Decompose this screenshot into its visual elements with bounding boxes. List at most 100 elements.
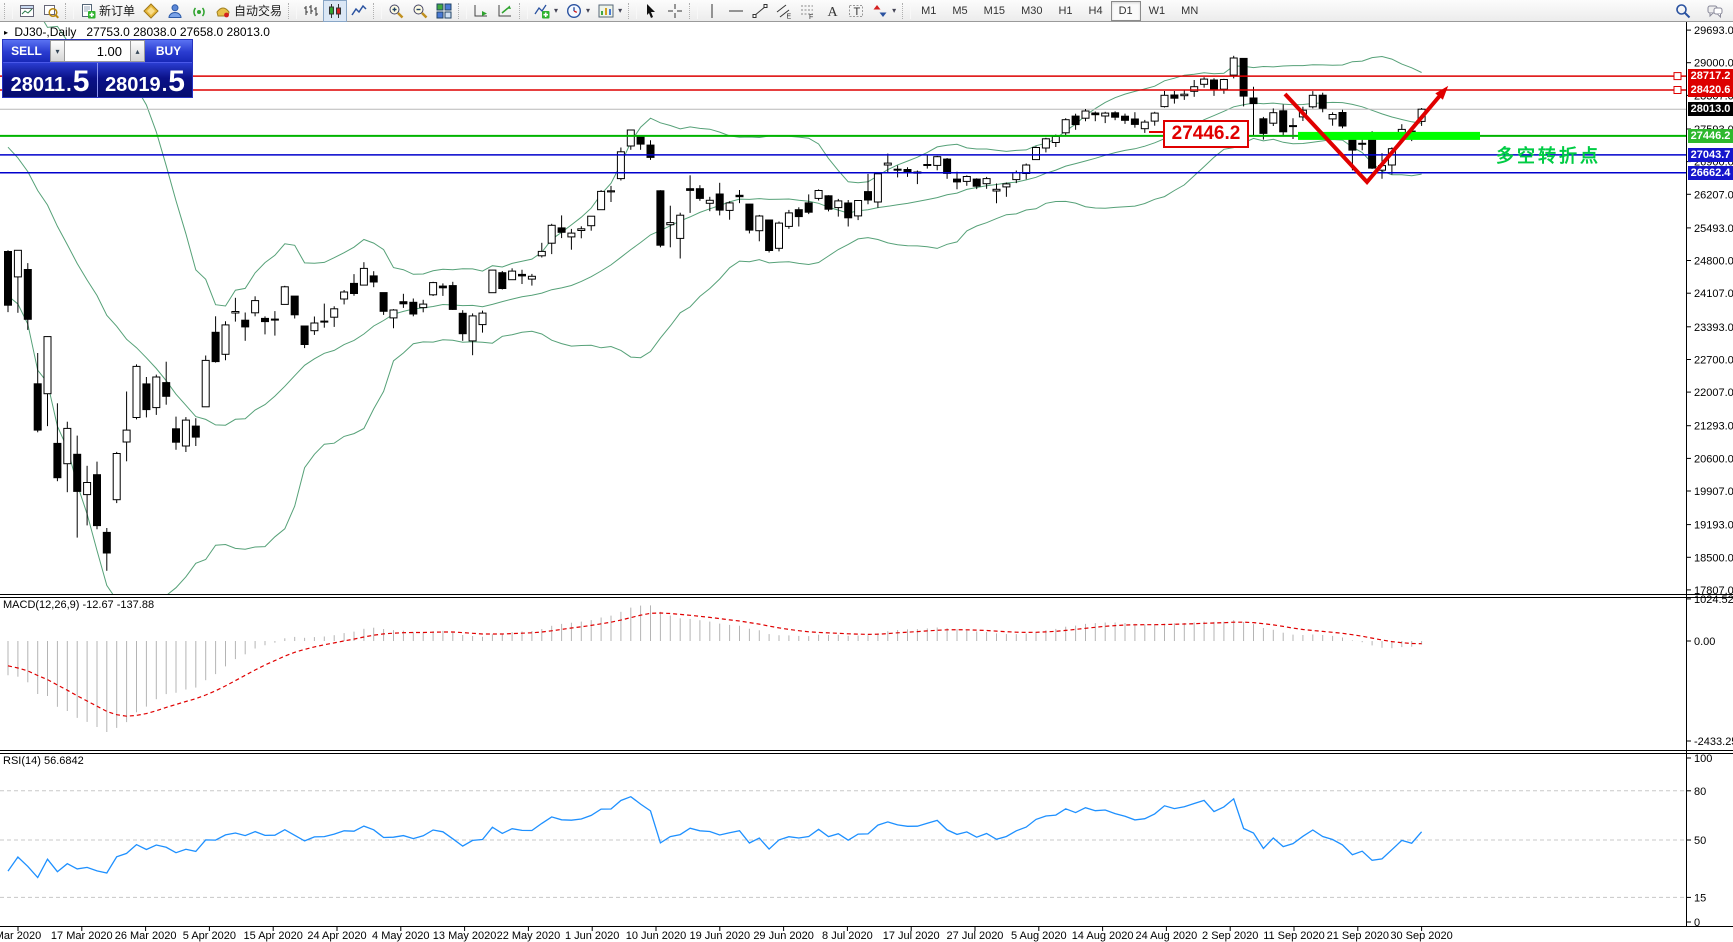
toolbar-separator: [288, 2, 298, 19]
svg-text:100: 100: [1694, 753, 1712, 765]
tile-windows-button[interactable]: [432, 0, 456, 22]
svg-text:2 Sep 2020: 2 Sep 2020: [1202, 930, 1258, 942]
sell-button[interactable]: SELL: [3, 40, 50, 62]
text-label-button[interactable]: T: [844, 0, 868, 22]
svg-text:15: 15: [1694, 892, 1706, 904]
cursor-button[interactable]: [639, 0, 663, 22]
bars-chart-button[interactable]: [299, 0, 323, 22]
chat-icon: [1707, 3, 1723, 19]
indicators-button[interactable]: ▾: [530, 0, 562, 22]
text-button[interactable]: A: [820, 0, 844, 22]
timeframe-h4-button[interactable]: H4: [1081, 1, 1111, 21]
sell-price-int: 28011: [10, 74, 66, 96]
chat-button[interactable]: [1703, 0, 1727, 22]
svg-text:17 Mar 2020: 17 Mar 2020: [51, 930, 113, 942]
svg-text:14 Aug 2020: 14 Aug 2020: [1072, 930, 1134, 942]
svg-text:-2433.25: -2433.25: [1694, 736, 1733, 748]
timeframe-d1-button[interactable]: D1: [1110, 0, 1141, 21]
svg-text:19193.0: 19193.0: [1694, 520, 1733, 532]
timeframe-h1-button[interactable]: H1: [1050, 1, 1080, 21]
chart-window-icon: [19, 3, 35, 19]
svg-text:17 Jul 2020: 17 Jul 2020: [883, 930, 940, 942]
svg-text:19907.0: 19907.0: [1694, 486, 1733, 498]
timeframe-m5-button[interactable]: M5: [944, 1, 975, 21]
cursor-icon: [643, 3, 659, 19]
fibonacci-button[interactable]: F: [796, 0, 820, 22]
buy-price-display[interactable]: 28019 . 5: [98, 63, 192, 97]
sell-price-display[interactable]: 28011 . 5: [3, 63, 98, 97]
price-badge: 26662.4: [1688, 166, 1733, 180]
zoom-out-icon: [412, 3, 428, 19]
auto-scroll-button[interactable]: [469, 0, 493, 22]
toolbar-separator: [373, 2, 383, 19]
timeframe-w1-button[interactable]: W1: [1141, 1, 1174, 21]
profiles-button[interactable]: [39, 0, 63, 22]
equidistant-channel-button[interactable]: E: [772, 0, 796, 22]
horizontal-line-button[interactable]: [724, 0, 748, 22]
buy-price-dot: .: [161, 74, 168, 96]
arrows-button[interactable]: ▾: [868, 0, 900, 22]
price-callout-label[interactable]: 27446.2: [1163, 120, 1249, 148]
crosshair-button[interactable]: [663, 0, 687, 22]
timeframe-m15-button[interactable]: M15: [976, 1, 1013, 21]
timeframe-mn-button[interactable]: MN: [1173, 1, 1206, 21]
timeframe-m30-button[interactable]: M30: [1013, 1, 1050, 21]
volume-decrease-button[interactable]: ▾: [50, 40, 65, 62]
svg-text:21293.0: 21293.0: [1694, 421, 1733, 433]
signals-button[interactable]: [187, 0, 211, 22]
market-button[interactable]: [139, 0, 163, 22]
svg-text:19 Jun 2020: 19 Jun 2020: [690, 930, 751, 942]
autotrading-button[interactable]: 自动交易: [211, 0, 286, 22]
community-button[interactable]: [163, 0, 187, 22]
svg-text:1024.52: 1024.52: [1694, 594, 1733, 606]
add-indicator-icon: [534, 3, 550, 19]
svg-text:24800.0: 24800.0: [1694, 256, 1733, 268]
new-order-button[interactable]: 新订单: [76, 0, 139, 22]
time-axis[interactable]: Mar 2020 17 Mar 202026 Mar 2020 5 Apr 2020…: [0, 927, 1453, 942]
price-badge: 27043.7: [1688, 148, 1733, 162]
volume-increase-button[interactable]: ▴: [130, 40, 145, 62]
timeframe-m1-button[interactable]: M1: [913, 1, 944, 21]
chart-canvas[interactable]: 29693.029000.028307.027593.026900.026207…: [0, 0, 1733, 942]
signal-icon: [191, 3, 207, 19]
person-icon: [167, 3, 183, 19]
clock-icon: [566, 3, 582, 19]
new-chart-button[interactable]: [15, 0, 39, 22]
svg-text:24 Aug 2020: 24 Aug 2020: [1136, 930, 1198, 942]
arrows-icon: [872, 3, 888, 19]
volume-input[interactable]: 1.00: [65, 40, 130, 62]
trendline-button[interactable]: [748, 0, 772, 22]
trendline-icon: [752, 3, 768, 19]
zoom-in-button[interactable]: [384, 0, 408, 22]
buy-price-int: 28019: [105, 74, 161, 96]
svg-text:0.00: 0.00: [1694, 636, 1715, 648]
chart-search-icon: [43, 3, 59, 19]
chart-title: ▸ DJ30-,Daily 27753.0 28038.0 27658.0 28…: [4, 25, 270, 39]
svg-text:26 Mar 2020: 26 Mar 2020: [115, 930, 177, 942]
one-click-trade-panel: SELL ▾ 1.00 ▴ BUY 28011 . 5 28019 . 5: [2, 39, 193, 98]
vertical-line-button[interactable]: [700, 0, 724, 22]
svg-text:27 Jul 2020: 27 Jul 2020: [947, 930, 1004, 942]
chart-ohlc-readout: 27753.0 28038.0 27658.0 28013.0: [86, 25, 270, 39]
templates-button[interactable]: ▾: [594, 0, 626, 22]
buy-button[interactable]: BUY: [145, 40, 192, 62]
search-button[interactable]: [1671, 0, 1695, 22]
periods-button[interactable]: ▾: [562, 0, 594, 22]
svg-text:22007.0: 22007.0: [1694, 387, 1733, 399]
line-chart-button[interactable]: [347, 0, 371, 22]
svg-text:23393.0: 23393.0: [1694, 322, 1733, 334]
chart-shift-button[interactable]: [493, 0, 517, 22]
svg-text:E: E: [787, 13, 792, 19]
toolbar-separator: [4, 2, 13, 19]
zoom-in-icon: [388, 3, 404, 19]
textA-icon: A: [824, 3, 840, 19]
zoom-out-button[interactable]: [408, 0, 432, 22]
candlestick-chart-button[interactable]: [323, 0, 348, 22]
toolbar-separator: [519, 2, 529, 19]
svg-text:15 Apr 2020: 15 Apr 2020: [244, 930, 303, 942]
crosshair-icon: [667, 3, 683, 19]
turning-point-annotation[interactable]: 多空转折点: [1496, 142, 1601, 168]
svg-text:5 Apr 2020: 5 Apr 2020: [183, 930, 236, 942]
price-badge: 28717.2: [1688, 69, 1733, 83]
macd-indicator-label: MACD(12,26,9) -12.67 -137.88: [3, 599, 155, 611]
